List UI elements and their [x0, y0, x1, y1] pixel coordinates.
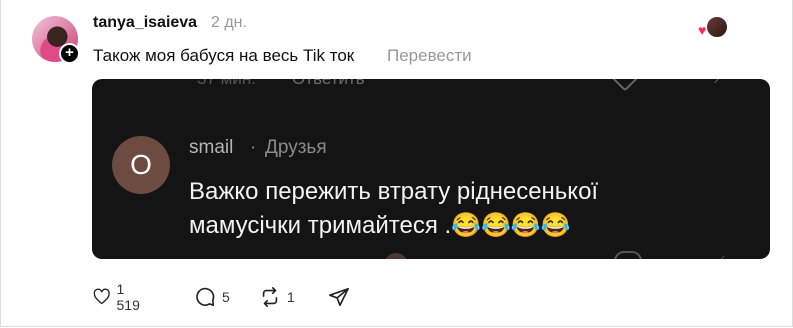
- comment-line-2: мамусічки тримайтеся .😂😂😂😂: [189, 212, 571, 239]
- heart-icon: [93, 288, 110, 305]
- comment-button[interactable]: 5: [194, 285, 230, 309]
- partial-edit-icon: ⟋: [712, 253, 725, 259]
- media-top-partial: 37 мин. Ответить ⟋: [92, 79, 770, 92]
- share-button[interactable]: [328, 285, 350, 309]
- like-button[interactable]: 1 519: [93, 281, 144, 313]
- partial-heart-icon: [614, 251, 642, 259]
- repost-button[interactable]: 1: [259, 285, 295, 309]
- partial-reply: Ответить: [292, 79, 365, 89]
- separator-dot: ·: [250, 137, 257, 158]
- share-icon: [329, 287, 349, 307]
- repost-count: 1: [287, 289, 295, 305]
- follow-plus-icon[interactable]: +: [59, 43, 80, 64]
- post-text: Також моя бабуся на весь Tik ток: [93, 46, 355, 65]
- commenter-relation: Друзья: [265, 137, 327, 158]
- comment-text: Важко пережить втрату ріднесенької мамус…: [189, 175, 709, 243]
- commenter-avatar: O: [112, 136, 170, 194]
- partial-time: 37 мин.: [197, 79, 256, 89]
- comment-line-1: Важко пережить втрату ріднесенької: [189, 178, 599, 205]
- partial-more-icon: ⟋: [714, 79, 727, 88]
- like-count: 1 519: [116, 281, 140, 313]
- commenter-username: smail: [189, 137, 234, 158]
- liked-by-indicator[interactable]: ♥: [698, 16, 728, 40]
- comment-icon: [196, 287, 215, 307]
- author-username[interactable]: tanya_isaieva: [93, 14, 197, 32]
- post-timestamp: 2 дн.: [211, 14, 247, 31]
- repost-icon: [262, 287, 278, 307]
- heart-icon: ♥: [698, 22, 707, 38]
- post-media-screenshot[interactable]: 37 мин. Ответить ⟋ O smail · Друзья Важк…: [92, 79, 770, 259]
- partial-avatar: [384, 253, 408, 259]
- comment-count: 5: [222, 289, 230, 305]
- translate-link[interactable]: Перевести: [387, 46, 472, 66]
- liker-avatar: [706, 16, 728, 38]
- partial-like-icon: [609, 79, 641, 92]
